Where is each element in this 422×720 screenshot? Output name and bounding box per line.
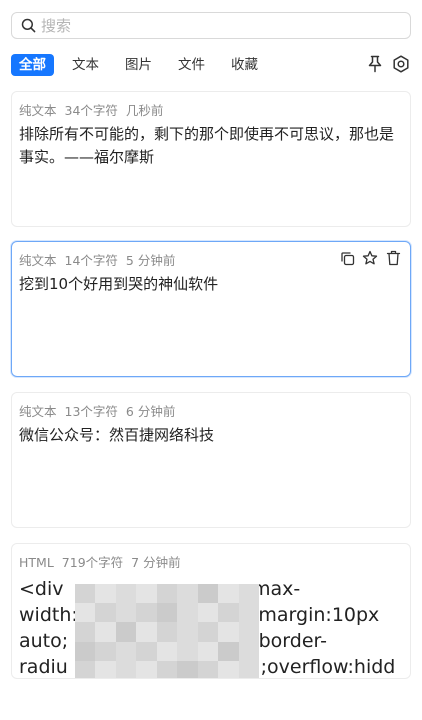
clip-content: 微信公众号：然百捷网络科技 [19,426,215,444]
clip-char-count: 13个字符 [64,404,118,419]
pin-icon[interactable] [366,54,384,74]
clip-item-selected[interactable]: 纯文本 14个字符 5 分钟前 挖到10个好用到哭的神仙软件 [11,241,411,377]
clip-meta: HTML 719个字符 7 分钟前 [19,552,189,571]
code-fragment: a;overflow:hidden; [249,656,396,678]
search-icon [21,18,36,33]
clip-char-count: 34个字符 [64,103,118,118]
clip-time: 6 分钟前 [125,404,176,419]
tab-text[interactable]: 文本 [64,54,107,76]
star-icon[interactable] [362,250,378,266]
clip-type: 纯文本 [19,103,57,118]
clip-actions [339,250,401,266]
clip-item[interactable]: 纯文本 13个字符 6 分钟前 微信公众号：然百捷网络科技 [11,392,411,528]
clip-meta: 纯文本 13个字符 6 分钟前 [19,401,183,420]
code-fragment: auto; [19,630,69,652]
search-input[interactable] [41,16,381,35]
clip-item[interactable]: 纯文本 34个字符 几秒前 排除所有不可能的，剩下的那个即使再不可思议，那也是事实。… [11,91,411,227]
clip-char-count: 14个字符 [64,253,118,268]
code-fragment: ;margin:10px [252,604,380,626]
clip-type: 纯文本 [19,253,57,268]
settings-icon[interactable] [392,54,410,74]
tab-file[interactable]: 文件 [170,54,213,76]
tab-favorites[interactable]: 收藏 [223,54,266,76]
copy-icon[interactable] [339,250,355,266]
clip-time: 7 分钟前 [131,555,181,570]
code-fragment: ';border- [247,630,327,652]
clip-content: 排除所有不可能的，剩下的那个即使再不可思议，那也是事实。——福尔摩斯 [19,125,395,166]
clip-type: 纯文本 [19,404,57,419]
code-fragment: width: [19,604,78,626]
code-fragment: <div [19,578,64,600]
search-box[interactable] [11,12,411,39]
clip-type: HTML [19,555,54,570]
code-fragment: radiu [19,656,68,678]
clip-time: 5 分钟前 [125,253,176,268]
clip-content: 挖到10个好用到哭的神仙软件 [19,275,219,293]
code-fragment: max- [252,578,301,600]
clip-item[interactable]: HTML 719个字符 7 分钟前 <div max- width: ;margin… [11,543,411,679]
clip-meta: 纯文本 14个字符 5 分钟前 [19,250,183,269]
tab-all[interactable]: 全部 [11,54,54,76]
clip-meta: 纯文本 34个字符 几秒前 [19,100,171,119]
clip-time: 几秒前 [125,103,164,118]
clip-char-count: 719个字符 [61,555,124,570]
filter-tabs: 全部 文本 图片 文件 收藏 [11,54,276,76]
delete-icon[interactable] [385,250,401,266]
toolbar [366,54,410,74]
redaction-mosaic [75,584,259,678]
tab-image[interactable]: 图片 [117,54,160,76]
